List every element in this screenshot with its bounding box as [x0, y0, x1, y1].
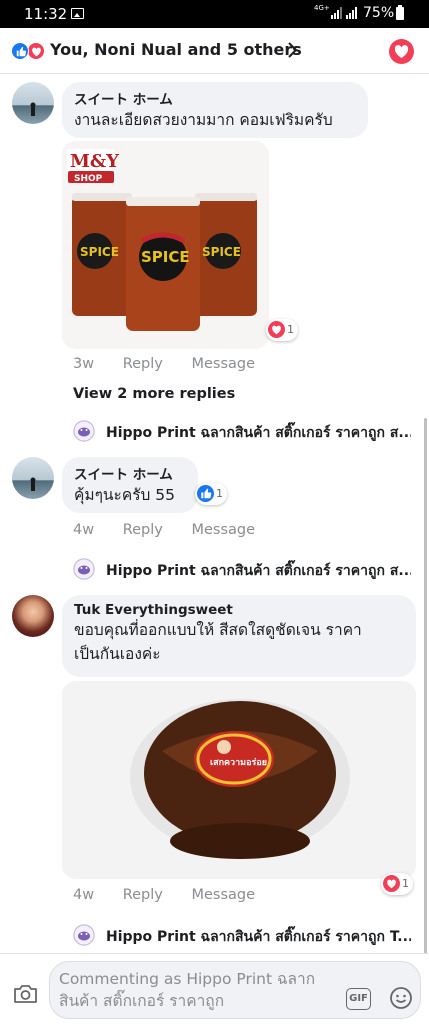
comment-bubble[interactable]: スイート ホーム คุ้มๆนะครับ 55 [62, 457, 198, 513]
svg-text:SPICE: SPICE [202, 245, 241, 259]
comment-author[interactable]: スイート ホーム [74, 88, 356, 108]
comment-text: งานละเอียดสวยงามมาก คอมเฟริมครับ [74, 111, 333, 129]
comment-text: คุ้มๆนะครับ 55 [74, 486, 176, 504]
jar-label-text: เสกความอร่อย [210, 757, 267, 768]
comment-input-placeholder: Commenting as Hippo Print ฉลาก สินค้า สต… [59, 970, 316, 1010]
hippo-avatar [73, 558, 95, 580]
comment-text-line-1: ขอบคุณที่ออกแบบให้ สีสดใสดูชัดเจน ราคา [74, 621, 362, 639]
comment-author[interactable]: スイート ホーム [74, 463, 186, 483]
svg-text:SPICE: SPICE [80, 245, 119, 259]
comment-bubble[interactable]: スイート ホーム งานละเอียดสวยงามมาก คอมเฟริมครั… [62, 82, 368, 138]
like-icon [11, 42, 29, 60]
emoji-icon[interactable] [389, 986, 413, 1010]
comment-text-line-2: เป็นกันเองค่ะ [74, 645, 161, 663]
reply-preview[interactable]: Hippo Print ฉลากสินค้า สติ๊กเกอร์ ราคาถู… [73, 556, 413, 582]
comment-actions: 4w Reply Message [73, 522, 279, 538]
status-time: 11:32 [24, 5, 68, 23]
comment-time: 4w [73, 522, 95, 538]
scrollbar[interactable] [424, 418, 427, 978]
shop-logo-subtext: SHOP [74, 174, 103, 184]
battery-percent: 75% [363, 5, 395, 21]
gallery-notification-icon [71, 8, 84, 19]
love-reaction-button[interactable] [389, 39, 414, 64]
comment-time: 4w [73, 887, 95, 903]
reply-preview-text: Hippo Print ฉลากสินค้า สติ๊กเกอร์ ราคาถู… [106, 929, 411, 945]
reaction-count: 1 [216, 487, 223, 500]
avatar[interactable] [12, 595, 54, 637]
message-button[interactable]: Message [191, 522, 255, 538]
message-button[interactable]: Message [191, 356, 255, 372]
signal-icon-2 [346, 7, 360, 19]
like-icon [197, 485, 214, 502]
reaction-count: 1 [402, 877, 409, 890]
shop-logo-text: M&Y [70, 151, 120, 172]
reaction-count-pill[interactable]: 1 [195, 483, 227, 505]
comment-photo[interactable]: M&Y SHOP SPICE SPICE SPICE [62, 141, 269, 349]
hippo-avatar [73, 420, 95, 442]
message-button[interactable]: Message [191, 887, 255, 903]
heart-icon [27, 42, 45, 60]
camera-icon[interactable] [13, 984, 38, 1004]
chevron-right-icon[interactable] [284, 40, 300, 60]
jar-center: SPICE [126, 197, 200, 331]
jar-left: SPICE [72, 193, 132, 316]
comment-input[interactable]: Commenting as Hippo Print ฉลาก สินค้า สต… [49, 961, 421, 1019]
reply-button[interactable]: Reply [123, 887, 163, 903]
avatar[interactable] [12, 457, 54, 499]
gif-button[interactable]: GIF [346, 988, 371, 1010]
comment-bubble[interactable]: Tuk Everythingsweet ขอบคุณที่ออกแบบให้ ส… [62, 595, 416, 677]
reply-preview[interactable]: Hippo Print ฉลากสินค้า สติ๊กเกอร์ ราคาถู… [73, 922, 413, 948]
reply-preview[interactable]: Hippo Print ฉลากสินค้า สติ๊กเกอร์ ราคาถู… [73, 418, 413, 444]
reactions-header[interactable]: You, Noni Nual and 5 others [0, 28, 429, 74]
reactions-summary[interactable]: You, Noni Nual and 5 others [50, 40, 302, 59]
comment-actions: 4w Reply Message [73, 887, 279, 903]
status-bar: 11:32 4G+ 75% [0, 0, 429, 28]
view-more-replies-link[interactable]: View 2 more replies [73, 386, 235, 402]
svg-text:SPICE: SPICE [141, 248, 190, 266]
comment-time: 3w [73, 356, 95, 372]
battery-icon [396, 5, 404, 20]
comment-author[interactable]: Tuk Everythingsweet [74, 602, 404, 618]
signal-icon [331, 7, 345, 19]
reply-button[interactable]: Reply [123, 522, 163, 538]
avatar[interactable] [12, 82, 54, 124]
reaction-count: 1 [287, 323, 294, 336]
comment-composer: Commenting as Hippo Print ฉลาก สินค้า สต… [0, 953, 429, 1024]
comment-actions: 3w Reply Message [73, 356, 279, 372]
jar-right: SPICE [195, 193, 257, 316]
reaction-count-pill[interactable]: 1 [381, 873, 413, 895]
reply-button[interactable]: Reply [123, 356, 163, 372]
reply-preview-text: Hippo Print ฉลากสินค้า สติ๊กเกอร์ ราคาถู… [106, 425, 411, 441]
reaction-count-pill[interactable]: 1 [266, 319, 298, 341]
comment-photo[interactable]: เสกความอร่อย [62, 681, 416, 879]
heart-icon [383, 875, 400, 892]
network-type: 4G+ [314, 4, 330, 12]
reply-preview-text: Hippo Print ฉลากสินค้า สติ๊กเกอร์ ราคาถู… [106, 563, 411, 579]
heart-icon [268, 321, 285, 338]
hippo-avatar [73, 924, 95, 946]
